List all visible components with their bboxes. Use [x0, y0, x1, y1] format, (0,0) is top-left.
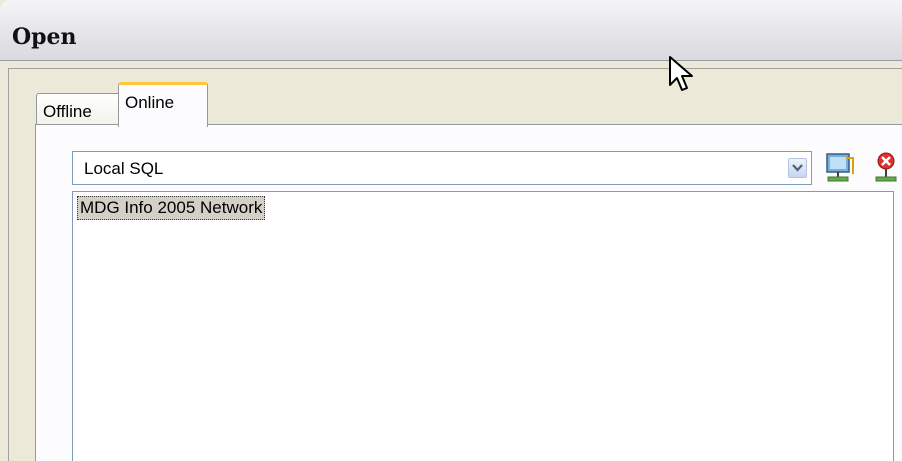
dropdown-button[interactable]: [788, 158, 807, 178]
tab-offline-label: Offline: [43, 102, 92, 121]
connect-button[interactable]: [824, 150, 856, 184]
tab-panel-online: Local SQL MDG Info 2005 Network: [35, 124, 902, 461]
connect-network-icon: [826, 153, 854, 182]
open-dialog: Open Offline Online Local SQL MDG Info 2…: [0, 0, 902, 461]
mouse-cursor-icon: [668, 55, 696, 98]
source-select[interactable]: Local SQL: [72, 151, 812, 185]
disconnect-network-icon: [875, 152, 897, 182]
disconnect-button[interactable]: [872, 150, 902, 184]
dialog-title: Open: [12, 24, 77, 50]
tab-online[interactable]: Online: [118, 82, 208, 127]
chevron-down-icon: [792, 164, 803, 172]
list-item[interactable]: MDG Info 2005 Network: [77, 196, 266, 220]
tab-online-label: Online: [125, 93, 175, 112]
dialog-body: Offline Online Local SQL MDG Info 2005 N…: [8, 68, 902, 461]
title-bar[interactable]: Open: [0, 0, 902, 61]
connection-list[interactable]: MDG Info 2005 Network: [72, 191, 894, 461]
source-select-value: Local SQL: [84, 159, 164, 178]
tab-offline[interactable]: Offline: [36, 93, 130, 126]
